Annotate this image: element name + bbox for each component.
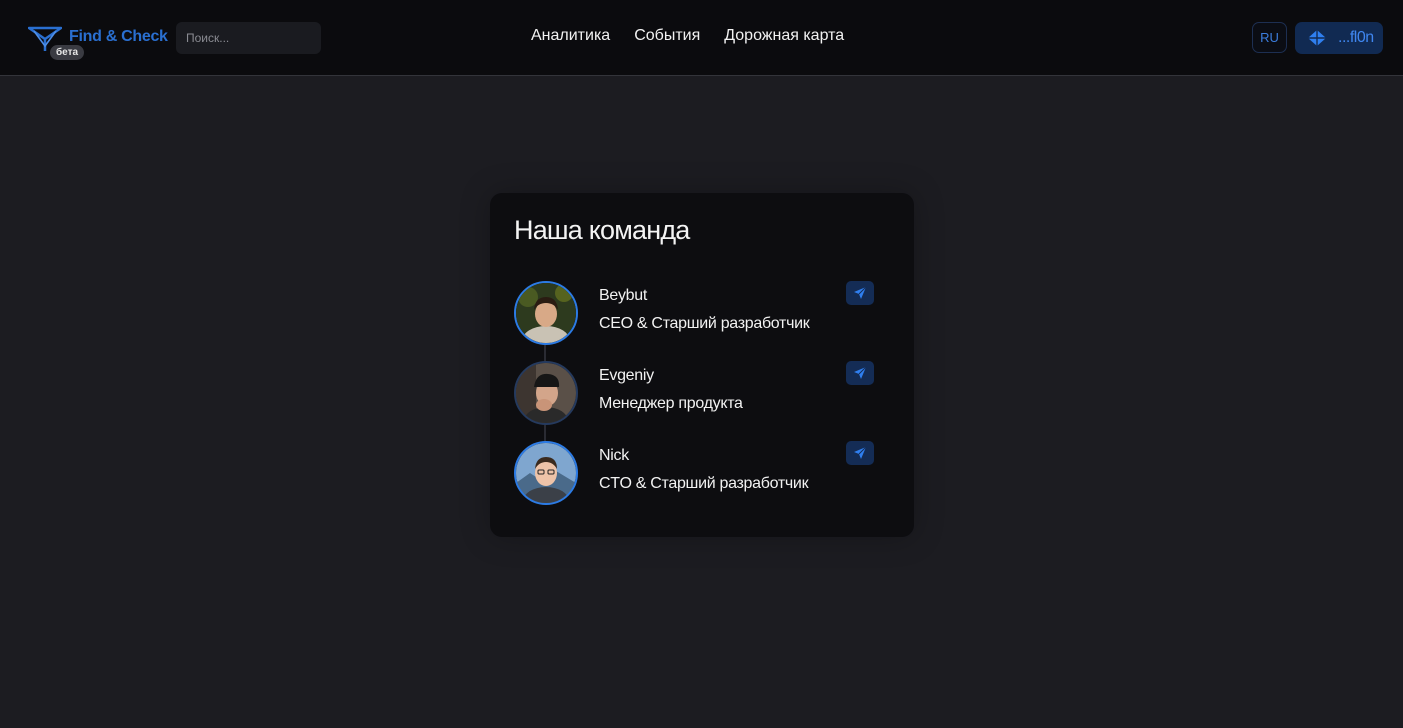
- team-title: Наша команда: [514, 215, 690, 245]
- nav-events[interactable]: События: [634, 27, 700, 45]
- telegram-button[interactable]: [846, 361, 874, 385]
- telegram-icon: [854, 366, 867, 379]
- team-member: Evgeniy Менеджер продукта: [514, 361, 890, 425]
- beta-badge: бета: [50, 45, 85, 60]
- member-name: Evgeniy: [599, 367, 654, 384]
- main-nav: Аналитика События Дорожная карта: [531, 27, 844, 45]
- ton-diamond-icon: [1308, 30, 1326, 46]
- team-member: Beybut CEO & Старший разработчик: [514, 281, 890, 345]
- wallet-address: ...fl0n: [1338, 29, 1374, 46]
- top-header: Find & Check бета Аналитика События Доро…: [0, 0, 1403, 76]
- team-card: Наша команда Beybut CEO & Старший разраб…: [490, 193, 914, 537]
- logo[interactable]: Find & Check бета: [28, 24, 168, 64]
- member-name: Beybut: [599, 287, 648, 304]
- member-role: CEO & Старший разработчик: [599, 315, 810, 332]
- telegram-icon: [854, 446, 867, 459]
- telegram-button[interactable]: [846, 281, 874, 305]
- avatar: [514, 281, 578, 345]
- nav-analytics[interactable]: Аналитика: [531, 27, 610, 45]
- logo-text: Find & Check: [69, 28, 168, 45]
- avatar: [514, 361, 578, 425]
- member-name: Nick: [599, 447, 629, 464]
- language-button[interactable]: RU: [1252, 22, 1287, 53]
- telegram-icon: [854, 286, 867, 299]
- telegram-button[interactable]: [846, 441, 874, 465]
- member-role: Менеджер продукта: [599, 395, 743, 412]
- team-member: Nick CTO & Старший разработчик: [514, 441, 890, 505]
- wallet-button[interactable]: ...fl0n: [1295, 22, 1383, 54]
- avatar: [514, 441, 578, 505]
- search-input[interactable]: [176, 22, 321, 54]
- nav-roadmap[interactable]: Дорожная карта: [724, 27, 844, 45]
- member-role: CTO & Старший разработчик: [599, 475, 809, 492]
